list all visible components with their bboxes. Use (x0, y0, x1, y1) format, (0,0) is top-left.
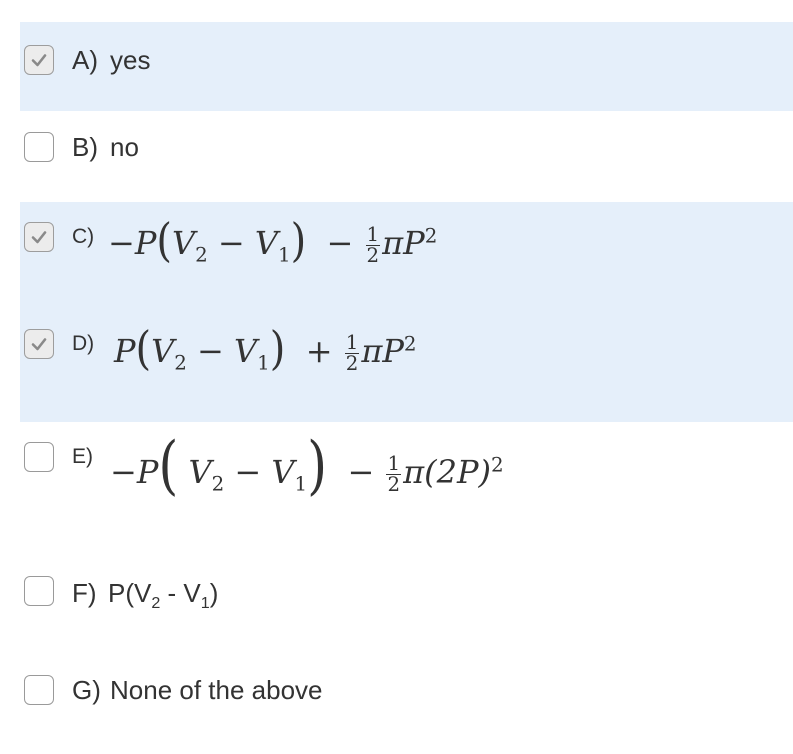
option-a[interactable]: A) yes (20, 22, 793, 111)
option-letter: F) (72, 578, 97, 608)
option-text: yes (110, 45, 151, 75)
option-text: P(V2 - V1) (108, 578, 219, 613)
check-icon (31, 54, 47, 67)
check-icon (31, 338, 47, 351)
option-letter: G) (72, 675, 101, 705)
option-letter: B) (72, 132, 98, 162)
checkbox-g[interactable] (24, 675, 54, 705)
option-letter: A) (72, 45, 98, 75)
option-text: no (110, 132, 139, 162)
formula-e: −P( V2 − V1) − 1 2 π(2P)2 (110, 428, 504, 504)
checkbox-c[interactable] (24, 222, 54, 252)
checkbox-e[interactable] (24, 442, 54, 472)
option-letter: E) (72, 445, 93, 468)
check-icon (31, 231, 47, 244)
option-d[interactable]: D) P(V2 − V1) + 1 2 πP2 (20, 312, 793, 422)
option-text: None of the above (110, 675, 323, 705)
option-letter: D) (72, 332, 95, 355)
option-letter: C) (72, 225, 95, 248)
option-c[interactable]: C) −P(V2 − V1) − 1 2 πP2 (20, 202, 793, 312)
formula-d: P(V2 − V1) + 1 2 πP2 (114, 322, 417, 376)
checkbox-d[interactable] (24, 329, 54, 359)
option-e[interactable]: E) −P( V2 − V1) − 1 2 π(2P)2 (20, 422, 793, 552)
formula-c: −P(V2 − V1) − 1 2 πP2 (108, 214, 438, 268)
checkbox-b[interactable] (24, 132, 54, 162)
option-b[interactable]: B) no (20, 111, 793, 201)
checkbox-a[interactable] (24, 45, 54, 75)
option-f[interactable]: F) P(V2 - V1) (20, 552, 793, 647)
option-g[interactable]: G) None of the above (20, 647, 793, 737)
checkbox-f[interactable] (24, 576, 54, 606)
